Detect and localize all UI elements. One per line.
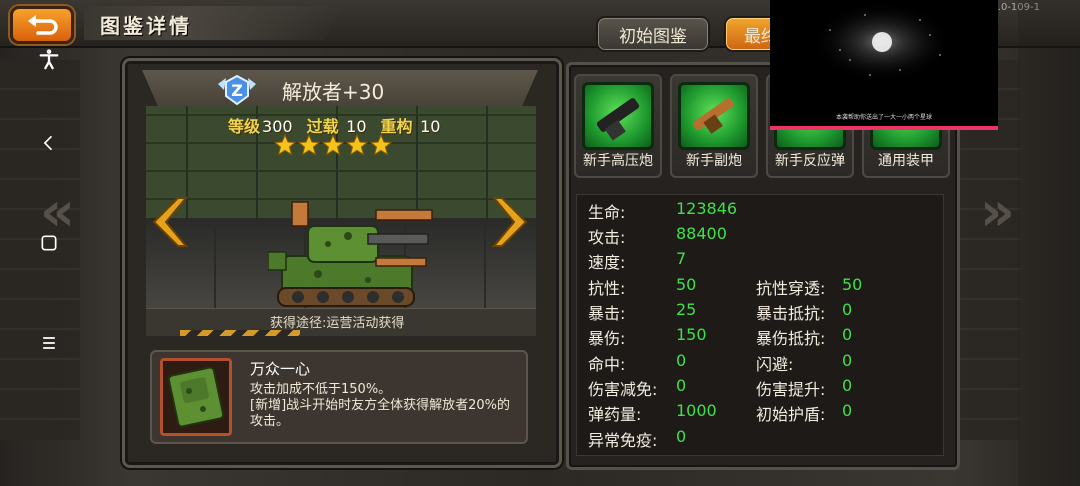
stat-value: 0 [842, 401, 853, 420]
equipment-label: 新手反应弹 [775, 153, 845, 169]
equipment-label: 新手副炮 [686, 153, 742, 169]
arrow-left-icon[interactable] [148, 196, 192, 248]
skill-icon[interactable] [160, 358, 232, 436]
stat-row: 命中: [588, 355, 626, 374]
stat-row: 伤害提升: [756, 380, 826, 399]
stat-row: 抗性穿透: [756, 279, 826, 298]
tank-image [268, 201, 433, 307]
z-rank-icon: Z [216, 74, 258, 106]
stat-row: 异常免疫: [588, 431, 658, 450]
star-icon [346, 134, 368, 156]
equipment-slot[interactable]: 新手高压炮 [574, 74, 662, 178]
star-icon [370, 134, 392, 156]
video-caption: 本袭帮助你送出了一大一小两个星球 [835, 114, 932, 121]
stat-row: 暴击抵抗: [756, 304, 826, 323]
stat-row: 暴伤: [588, 329, 626, 348]
star-icon [298, 134, 320, 156]
skill-desc-line: 攻击加成不低于150%。 [250, 382, 392, 397]
back-icon [28, 15, 58, 35]
stat-value: 7 [676, 249, 687, 268]
stat-value: 0 [676, 351, 687, 370]
nav-home-icon[interactable] [36, 230, 62, 256]
nav-back-icon[interactable] [36, 130, 62, 156]
star-icon [274, 134, 296, 156]
stat-value: 25 [676, 300, 697, 319]
back-button[interactable] [10, 6, 74, 44]
stat-row: 伤害减免: [588, 380, 658, 399]
stat-row: 闪避: [756, 355, 794, 374]
stat-row: 弹药量: [588, 405, 642, 424]
initial-codex-button[interactable]: 初始图鉴 [596, 16, 710, 52]
stat-value: 88400 [676, 224, 727, 243]
hazard-stripe [180, 330, 300, 336]
equipment-label: 新手高压炮 [583, 153, 653, 169]
stat-row: 暴伤抵抗: [756, 329, 826, 348]
system-nav-bar [1018, 0, 1080, 486]
equipment-slot[interactable]: 新手副炮 [670, 74, 758, 178]
stat-row: 速度: [588, 253, 626, 272]
skill-name: 万众一心 [250, 360, 311, 378]
stat-value: 1000 [676, 401, 717, 420]
cannon-icon [582, 82, 654, 150]
stat-value: 150 [676, 325, 707, 344]
stat-row: 攻击: [588, 228, 626, 247]
stat-value: 50 [676, 275, 697, 294]
stat-row: 抗性: [588, 279, 626, 298]
nav-menu-icon[interactable] [36, 330, 62, 356]
skill-desc-line: [新增]战斗开始时友方全体获得解放者20%的攻击。 [250, 398, 511, 429]
sub-cannon-icon [678, 82, 750, 150]
arrow-right-icon[interactable] [488, 196, 532, 248]
stat-value: 50 [842, 275, 863, 294]
page-title: 图鉴详情 [100, 14, 192, 38]
star-icon [322, 134, 344, 156]
stat-value: 0 [842, 300, 853, 319]
stat-value: 0 [676, 376, 687, 395]
stat-row: 生命: [588, 203, 626, 222]
video-overlay[interactable]: 本袭帮助你送出了一大一小两个星球 [770, 0, 998, 130]
galaxy-image [770, 2, 998, 130]
accessibility-icon[interactable] [36, 46, 62, 72]
skill-description: 攻击加成不低于150%。 [新增]战斗开始时友方全体获得解放者20%的攻击。 [250, 382, 520, 430]
stat-row: 初始护盾: [756, 405, 826, 424]
stat-value: 0 [842, 351, 853, 370]
bg-chevron-right-icon: » [980, 180, 1015, 243]
stat-value: 123846 [676, 199, 738, 218]
stat-value: 0 [676, 427, 687, 446]
stat-value: 0 [842, 376, 853, 395]
star-rating [274, 134, 392, 156]
source-text: 获得途径:运营活动获得 [270, 316, 405, 331]
svg-text:Z: Z [231, 81, 243, 100]
unit-name: 解放者+30 [282, 80, 385, 104]
stat-value: 0 [842, 325, 853, 344]
equipment-label: 通用装甲 [878, 153, 934, 169]
stat-row: 暴击: [588, 304, 626, 323]
